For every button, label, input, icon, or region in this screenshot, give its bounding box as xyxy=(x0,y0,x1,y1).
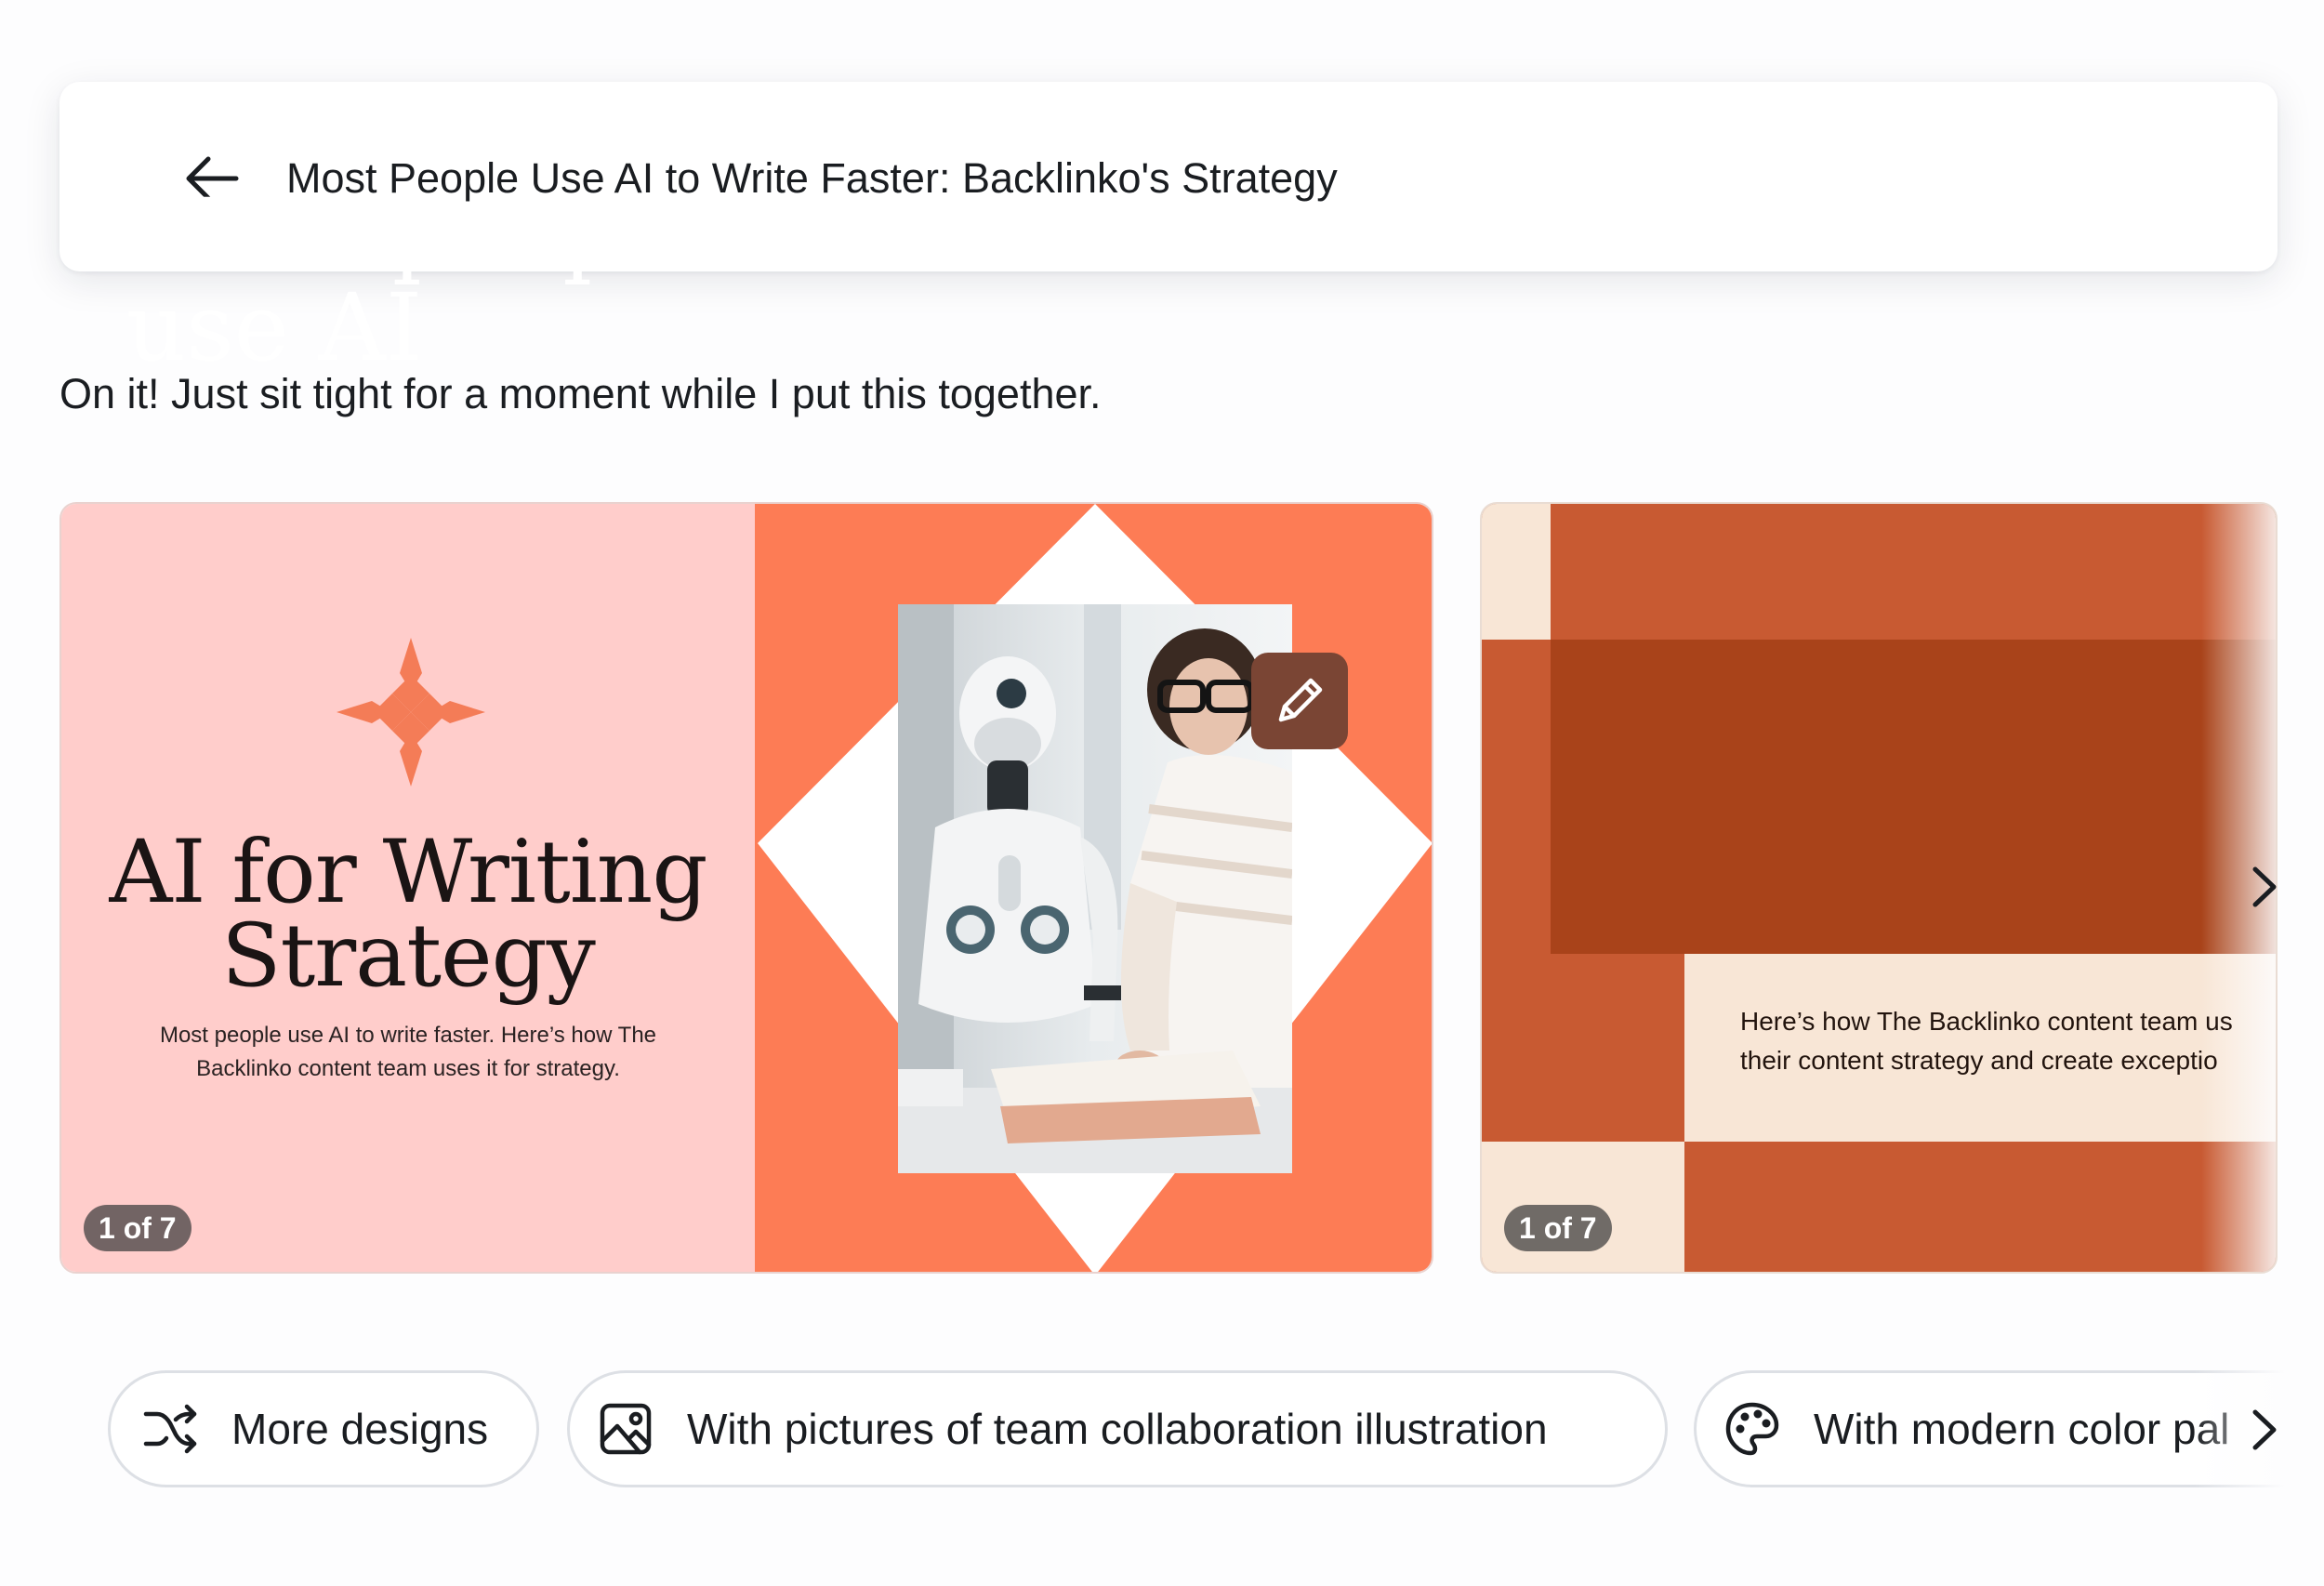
edit-design-button[interactable] xyxy=(1251,653,1348,749)
design-card-2[interactable]: 1 of 7 xyxy=(1480,502,2278,1274)
sparkle-icon xyxy=(337,638,485,786)
title-box xyxy=(1551,640,2276,954)
design-title-line-1: AI for Writing xyxy=(109,822,707,923)
design-left-panel: AI for Writing Strategy Most people use … xyxy=(61,504,755,1272)
design-title-line-2: Strategy xyxy=(221,905,596,1007)
design-2-text-line-2: their content strategy and create except… xyxy=(1740,1046,2218,1075)
cream-block xyxy=(1482,504,1551,640)
design-subtitle-line-1: Most people use AI to write faster. Here… xyxy=(159,1023,657,1048)
more-designs-chip[interactable]: More designs xyxy=(108,1370,539,1487)
pencil-icon xyxy=(1278,678,1323,722)
design-2-title: Most people use AI xyxy=(126,186,706,376)
design-2-text-clip: Here’s how The Backlinko content team us… xyxy=(1740,1002,2278,1095)
page-badge: 1 of 7 xyxy=(1504,1205,1612,1251)
palette-icon xyxy=(1723,1399,1782,1459)
page-badge: 1 of 7 xyxy=(84,1205,191,1251)
chip-label: With pictures of team collaboration illu… xyxy=(687,1405,1548,1453)
design-2-title-line-2: use AI xyxy=(126,273,423,382)
carousel-next-button[interactable] xyxy=(2246,865,2283,909)
design-2-text-line-1: Here’s how The Backlinko content team us xyxy=(1740,1007,2233,1036)
chips-next-button[interactable] xyxy=(2246,1406,2283,1454)
chip-label: With modern color pal xyxy=(1814,1405,2230,1453)
design-title: AI for Writing Strategy xyxy=(61,822,755,1007)
team-collaboration-pictures-chip[interactable]: With pictures of team collaboration illu… xyxy=(567,1370,1668,1487)
design-card-1[interactable]: AI for Writing Strategy Most people use … xyxy=(59,502,1433,1274)
robot-and-woman-photo xyxy=(898,604,1292,1173)
design-right-panel xyxy=(755,504,1432,1272)
chevron-right-icon xyxy=(2252,1409,2277,1450)
design-subtitle: Most people use AI to write faster. Here… xyxy=(117,1019,699,1086)
chip-label: More designs xyxy=(231,1405,489,1453)
image-icon xyxy=(596,1399,655,1459)
shuffle-icon xyxy=(140,1399,200,1459)
design-2-title-line-1: Most people xyxy=(126,178,707,287)
chevron-right-icon xyxy=(2252,866,2277,907)
design-subtitle-line-2: Backlinko content team uses it for strat… xyxy=(196,1056,620,1081)
